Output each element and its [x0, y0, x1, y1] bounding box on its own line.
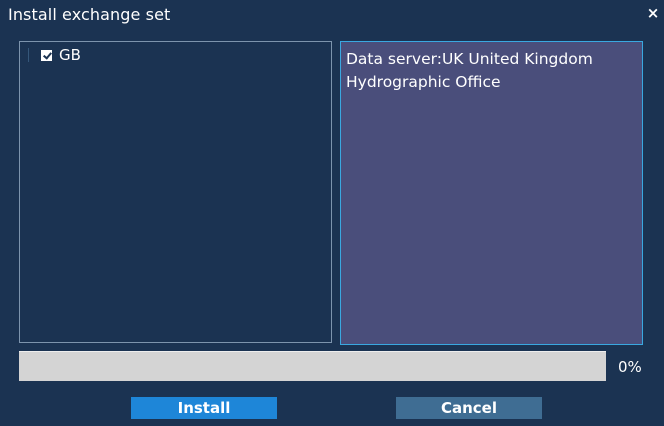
tree-item-label: GB [59, 46, 81, 64]
data-server-info: Data server:UK United Kingdom Hydrograph… [346, 50, 593, 91]
tree-connector-line [28, 48, 29, 62]
title-bar: Install exchange set × [0, 0, 664, 30]
progress-percent: 0% [618, 358, 642, 376]
install-button[interactable]: Install [131, 397, 277, 419]
close-icon[interactable]: × [645, 3, 661, 23]
info-panel: Data server:UK United Kingdom Hydrograph… [340, 41, 643, 345]
window-title: Install exchange set [8, 5, 171, 24]
tree-item-gb[interactable]: GB [28, 46, 81, 64]
checkbox-checked-icon[interactable] [41, 49, 52, 61]
progress-bar [19, 351, 606, 381]
exchange-set-tree[interactable]: GB [19, 41, 332, 343]
cancel-button[interactable]: Cancel [396, 397, 542, 419]
